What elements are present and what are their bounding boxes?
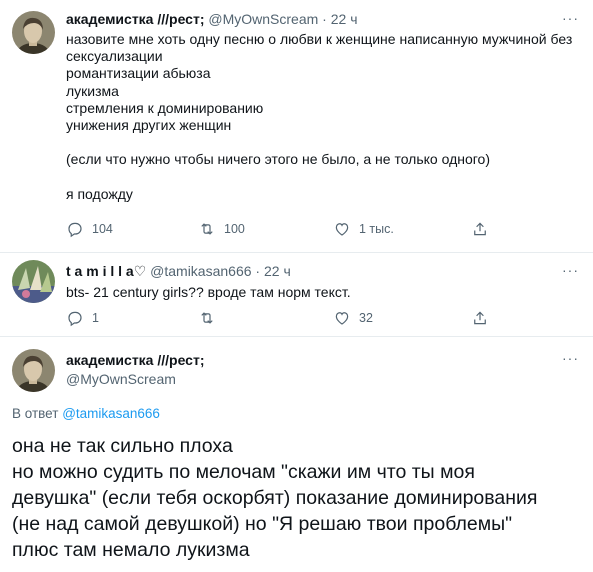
text-line: (если что нужно чтобы ничего этого не бы… bbox=[66, 151, 491, 168]
tweet-focused[interactable]: академистка ///рест; @MyOwnScream ··· В … bbox=[0, 337, 593, 572]
share-icon bbox=[474, 222, 486, 236]
like-count: 32 bbox=[359, 311, 373, 325]
retweet-icon bbox=[201, 312, 213, 324]
share-icon bbox=[474, 311, 486, 325]
reply-button[interactable]: 104 bbox=[66, 220, 113, 238]
avatar[interactable] bbox=[12, 11, 55, 54]
display-name[interactable]: t a m i l l a♡ bbox=[66, 263, 146, 279]
retweet-button[interactable] bbox=[198, 309, 224, 327]
avatar[interactable] bbox=[12, 260, 55, 303]
more-icon[interactable]: ··· bbox=[562, 262, 579, 278]
like-count: 1 тыс. bbox=[359, 222, 394, 236]
reply-handle-link[interactable]: @tamikasan666 bbox=[62, 406, 160, 421]
retweet-button[interactable]: 100 bbox=[198, 220, 245, 238]
display-name[interactable]: академистка ///рест; bbox=[66, 11, 204, 27]
reply-button[interactable]: 1 bbox=[66, 309, 99, 327]
text-line: девушка" (если тебя оскорбят) показание … bbox=[12, 487, 538, 509]
text-line: сексуализации bbox=[66, 48, 163, 65]
separator: · bbox=[322, 11, 327, 27]
display-name[interactable]: академистка ///рест; bbox=[66, 351, 204, 370]
like-icon bbox=[335, 223, 349, 236]
tweet-text: bts- 21 century girls?? вроде там норм т… bbox=[66, 284, 351, 300]
like-button[interactable]: 1 тыс. bbox=[333, 220, 394, 238]
reply-icon bbox=[68, 222, 82, 238]
text-line: лукизма bbox=[66, 82, 119, 99]
separator: · bbox=[255, 263, 261, 279]
tweet-header: t a m i l l a♡ @tamikasan666 · 22 ч bbox=[66, 263, 291, 280]
text-line: назовите мне хоть одну песню о любви к ж… bbox=[66, 31, 573, 47]
text-line: стремления к доминированию bbox=[66, 99, 264, 116]
tweet-text: она не так сильно плоха но можно судить … bbox=[12, 433, 587, 563]
text-line: она не так сильно плоха bbox=[12, 435, 233, 457]
tweet-original[interactable]: академистка ///рест; @MyOwnScream · 22 ч… bbox=[0, 0, 593, 253]
text-line bbox=[66, 169, 581, 186]
reply-count: 1 bbox=[92, 311, 99, 325]
more-icon[interactable]: ··· bbox=[562, 350, 579, 366]
handle[interactable]: @MyOwnScream bbox=[208, 11, 318, 27]
reply-prefix: В ответ bbox=[12, 406, 59, 421]
text-line bbox=[66, 134, 581, 151]
timestamp[interactable]: 22 ч bbox=[331, 11, 358, 27]
text-line: но можно судить по мелочам "скажи им что… bbox=[12, 461, 475, 483]
reply-count: 104 bbox=[92, 222, 113, 236]
action-bar: 104 100 1 тыс. bbox=[66, 220, 536, 240]
text-line: я подожду bbox=[66, 185, 133, 202]
tweet-header: академистка ///рест; @MyOwnScream · 22 ч bbox=[66, 11, 358, 27]
action-bar: 1 32 bbox=[66, 309, 536, 329]
tweet-text: назовите мне хоть одну песню о любви к ж… bbox=[66, 31, 581, 203]
tweet-reply[interactable]: t a m i l l a♡ @tamikasan666 · 22 ч ··· … bbox=[0, 253, 593, 336]
reply-icon bbox=[68, 311, 82, 327]
more-icon[interactable]: ··· bbox=[562, 10, 579, 26]
like-icon bbox=[335, 312, 349, 325]
timestamp[interactable]: 22 ч bbox=[264, 263, 291, 279]
retweet-count: 100 bbox=[224, 222, 245, 236]
handle[interactable]: @tamikasan666 bbox=[150, 263, 251, 279]
reply-context: В ответ @tamikasan666 bbox=[12, 406, 160, 421]
avatar[interactable] bbox=[12, 349, 55, 392]
text-line: (не над самой девушкой) но "Я решаю твои… bbox=[12, 513, 513, 535]
text-line: унижения других женщин bbox=[66, 117, 232, 134]
text-line: плюс там немало лукизма bbox=[12, 539, 250, 561]
text-line: романтизации абьюза bbox=[66, 65, 211, 82]
retweet-icon bbox=[201, 223, 213, 235]
share-button[interactable] bbox=[471, 309, 489, 327]
share-button[interactable] bbox=[471, 220, 489, 238]
like-button[interactable]: 32 bbox=[333, 309, 373, 327]
tweet-header: академистка ///рест; @MyOwnScream bbox=[66, 351, 204, 389]
handle[interactable]: @MyOwnScream bbox=[66, 370, 204, 389]
